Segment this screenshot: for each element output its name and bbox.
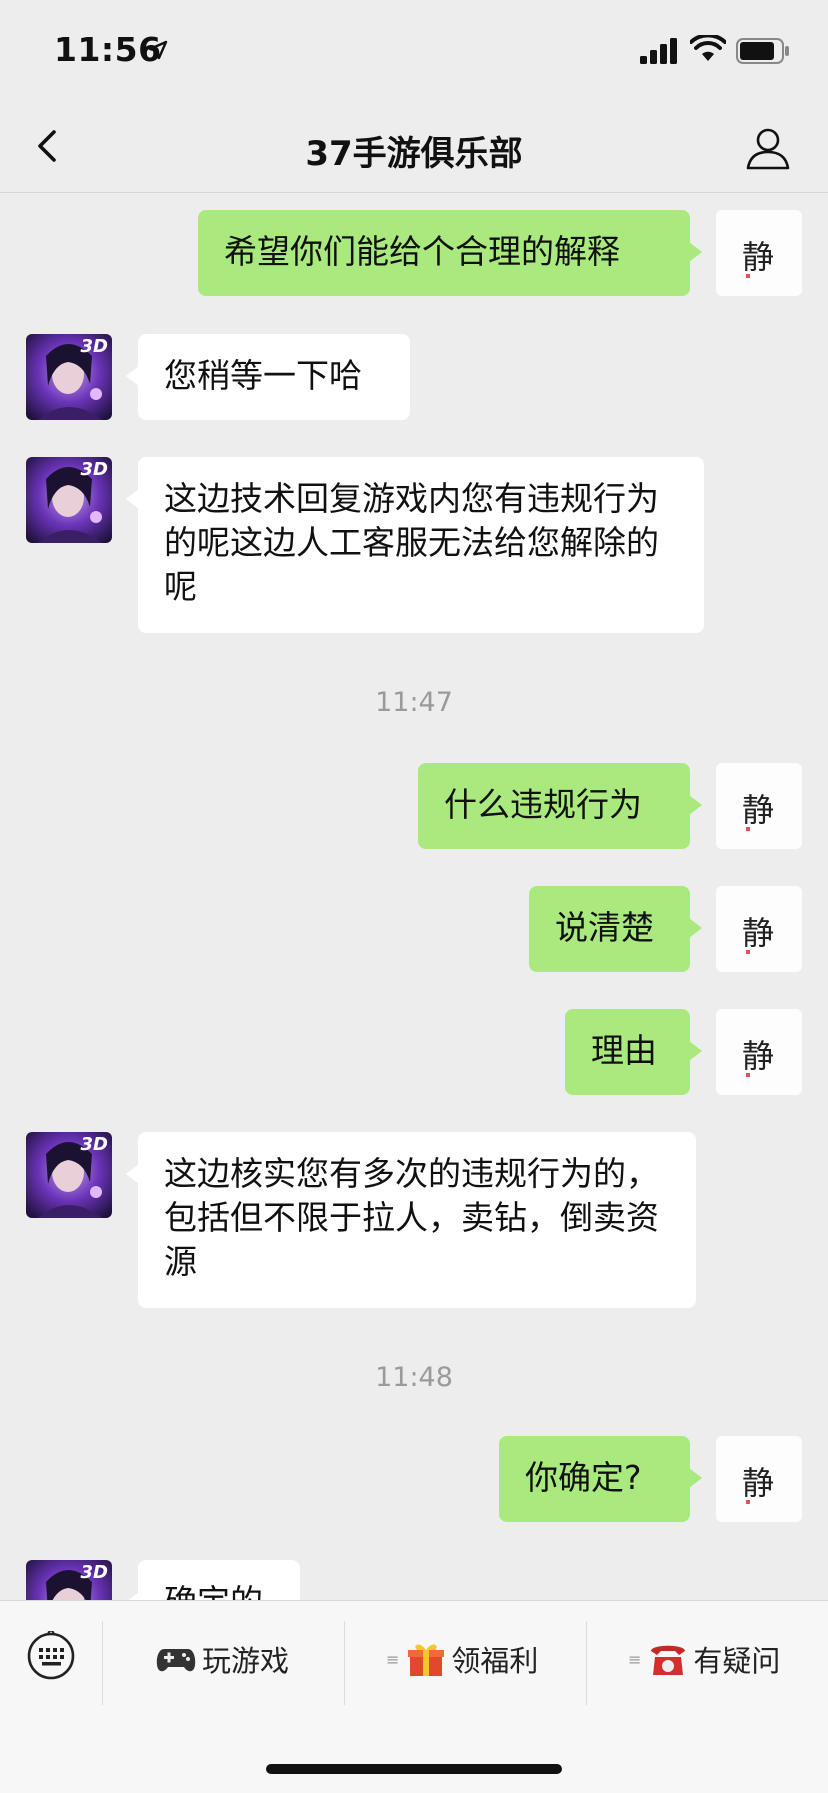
message-bubble[interactable]: 什么违规行为 [418,763,702,849]
message-bubble[interactable]: 这边核实您有多次的违规行为的，包括但不限于拉人，卖钻，倒卖资源 [126,1132,696,1308]
avatar-badge: 3D [80,459,108,480]
my-avatar[interactable]: 静 [716,210,802,296]
message-list[interactable]: 希望你们能给个合理的解释 静 3D 您稍等一下哈 3D 这边技术回复游戏内您有违… [0,193,828,1600]
chat-title: 37手游俱乐部 [305,134,523,174]
wifi-icon [690,35,726,61]
status-time: 11:56 [54,30,162,69]
message-bubble[interactable]: 说清楚 [529,886,702,972]
avatar-badge: 3D [80,336,108,357]
gift-icon [408,1644,445,1676]
game-controller-icon [156,1649,196,1672]
service-avatar[interactable]: 3D [26,457,112,543]
timestamp: 11:48 [375,1362,453,1393]
message-bubble[interactable]: 希望你们能给个合理的解释 [198,210,702,296]
status-bar: 11:56 [0,0,828,100]
cellular-signal-icon [640,38,677,64]
telephone-icon [651,1645,686,1675]
keyboard-icon[interactable] [26,1631,76,1681]
avatar-badge: 3D [80,1134,108,1155]
message-bubble[interactable]: 这边技术回复游戏内您有违规行为的呢这边人工客服无法给您解除的呢 [126,457,704,633]
menu-questions[interactable]: ≡ 有疑问 [628,1629,780,1689]
my-avatar[interactable]: 静 [716,763,802,849]
menu-divider [344,1621,345,1705]
profile-icon[interactable] [744,124,792,172]
message-bubble[interactable]: 确定的 [126,1560,300,1600]
my-avatar[interactable]: 静 [716,1436,802,1522]
menu-divider [586,1621,587,1705]
message-bubble[interactable]: 您稍等一下哈 [126,334,410,420]
message-bubble[interactable]: 你确定? [499,1436,702,1522]
bottom-menu-bar: 玩游戏 ≡ 领福利 ≡ 有疑问 [0,1600,828,1793]
avatar-glyph: 静 [742,238,775,276]
avatar-glyph: 静 [742,1464,775,1502]
avatar-badge: 3D [80,1562,108,1583]
menu-divider [102,1621,103,1705]
avatar-glyph: 静 [742,1037,775,1075]
menu-label: 有疑问 [693,1644,781,1678]
service-avatar[interactable]: 3D [26,1132,112,1218]
menu-play-game[interactable]: 玩游戏 [156,1629,289,1689]
location-arrow-icon [148,40,168,60]
chat-header: 37手游俱乐部 [0,100,828,193]
avatar-glyph: 静 [742,914,775,952]
message-bubble[interactable]: 理由 [565,1009,702,1095]
my-avatar[interactable]: 静 [716,886,802,972]
service-avatar[interactable]: 3D [26,334,112,420]
avatar-glyph: 静 [742,791,775,829]
menu-get-benefits[interactable]: ≡ 领福利 [386,1629,538,1689]
my-avatar[interactable]: 静 [716,1009,802,1095]
service-avatar[interactable]: 3D [26,1560,112,1600]
home-indicator[interactable] [266,1764,562,1774]
menu-label: 领福利 [451,1644,539,1678]
timestamp: 11:47 [375,687,453,718]
battery-icon [736,38,789,64]
menu-label: 玩游戏 [202,1644,290,1678]
